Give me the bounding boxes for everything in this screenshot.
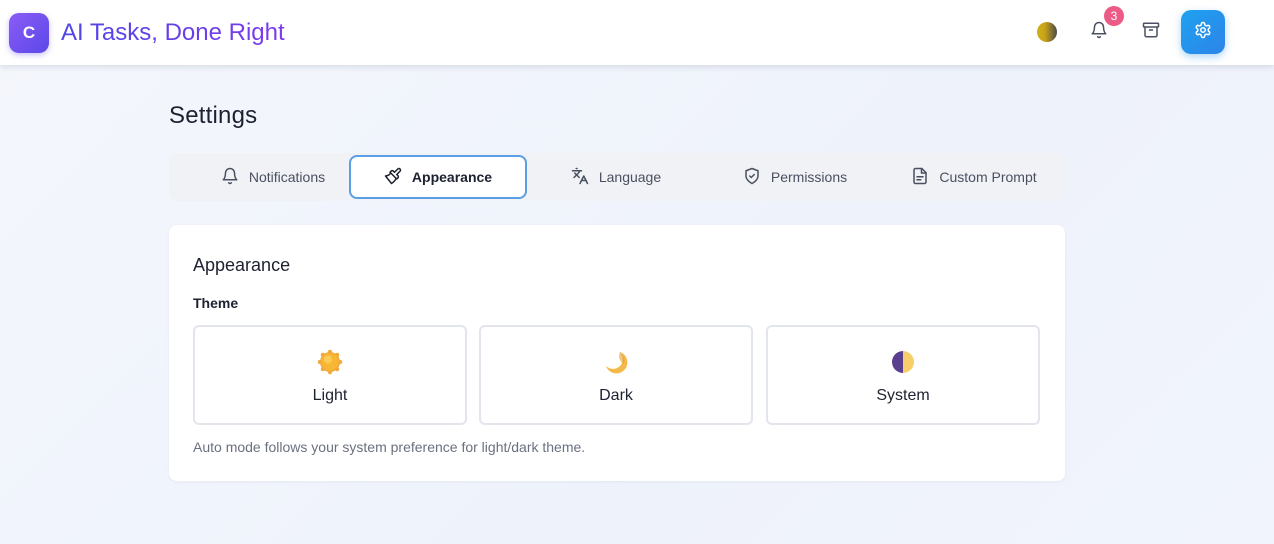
theme-option-dark[interactable]: Dark [479, 325, 753, 425]
moon-icon [603, 349, 629, 375]
app-title: AI Tasks, Done Right [61, 19, 285, 46]
bell-icon [1090, 21, 1108, 44]
tab-label: Notifications [248, 169, 326, 185]
theme-toggle-icon[interactable] [1037, 22, 1057, 42]
half-circle-icon [890, 349, 916, 375]
top-header: C AI Tasks, Done Right 3 [0, 0, 1274, 65]
theme-option-label: System [876, 387, 930, 404]
tab-appearance[interactable]: Appearance [349, 155, 527, 199]
bell-icon [221, 167, 239, 188]
tab-label: Language [598, 169, 662, 185]
tab-permissions[interactable]: Permissions [706, 155, 884, 199]
shield-icon [743, 167, 761, 188]
theme-option-label: Dark [599, 387, 633, 404]
notification-count-badge: 3 [1104, 6, 1124, 26]
tab-label: Appearance [411, 169, 493, 185]
settings-button[interactable] [1181, 10, 1225, 54]
document-icon [911, 167, 929, 188]
app-logo[interactable]: C [9, 13, 49, 53]
archive-icon [1142, 21, 1160, 44]
brush-icon [384, 167, 402, 188]
tab-label: Permissions [770, 169, 848, 185]
tab-notifications[interactable]: Notifications [184, 155, 362, 199]
tab-custom-prompt[interactable]: Custom Prompt [885, 155, 1063, 199]
settings-tabs: Notifications Appearance Language Permis… [169, 153, 1065, 201]
theme-option-light[interactable]: Light [193, 325, 467, 425]
notifications-button[interactable]: 3 [1081, 6, 1124, 50]
tab-label: Custom Prompt [939, 169, 1037, 185]
theme-label: Theme [193, 295, 239, 311]
appearance-panel: Appearance Theme Light Dark System Auto … [169, 225, 1065, 481]
tab-language[interactable]: Language [527, 155, 705, 199]
sun-icon [317, 349, 343, 375]
theme-option-label: Light [312, 387, 348, 404]
section-title: Appearance [193, 255, 291, 275]
page-title: Settings [169, 102, 258, 129]
translate-icon [571, 167, 589, 188]
archive-button[interactable] [1133, 14, 1169, 50]
gear-icon [1194, 21, 1212, 44]
theme-option-system[interactable]: System [766, 325, 1040, 425]
theme-hint: Auto mode follows your system preference… [193, 439, 586, 455]
